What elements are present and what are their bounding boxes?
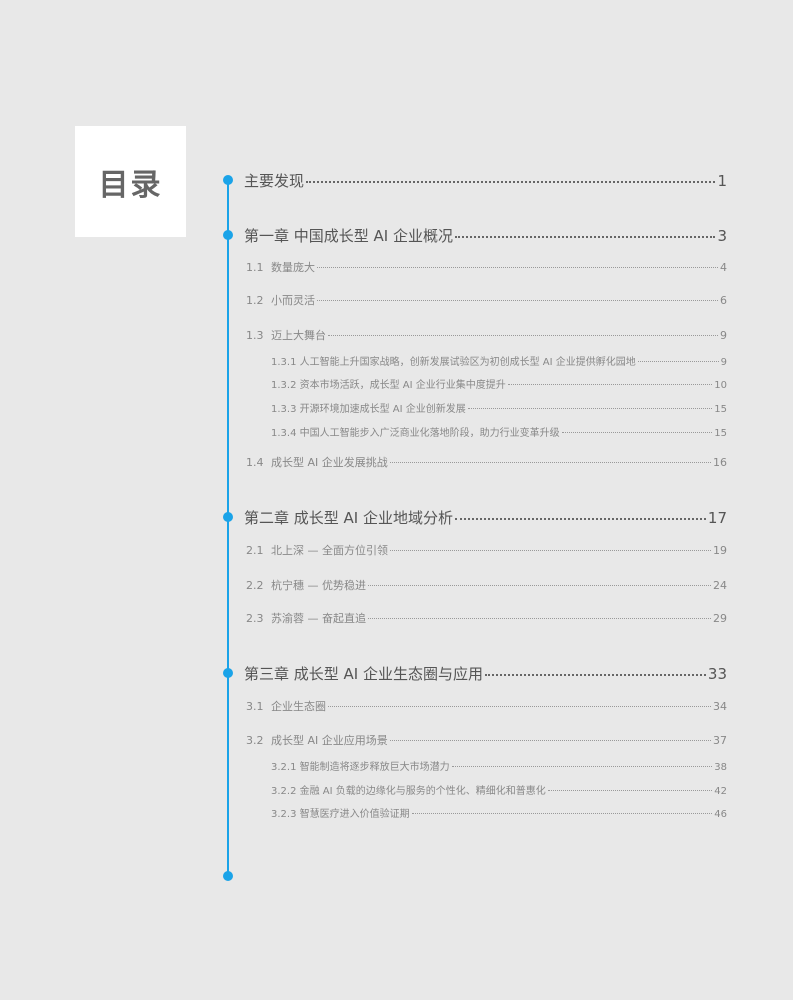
page-number: 33 [707, 665, 727, 683]
entry-label: 成长型 AI 企业应用场景 [271, 734, 388, 747]
dot-leader [507, 384, 713, 385]
page-number: 42 [714, 786, 727, 797]
page-number: 15 [714, 404, 727, 415]
dot-leader [455, 236, 716, 238]
dot-leader [328, 706, 711, 707]
page-number: 29 [713, 612, 727, 625]
dot-leader [411, 813, 713, 814]
entry-label: 3.2.2 金融 AI 负载的边缘化与服务的个性化、精细化和普惠化 [271, 786, 546, 797]
page-number: 19 [713, 544, 727, 557]
page-number: 10 [714, 380, 727, 391]
toc-entry[interactable]: 1.1 数量庞大 4 [246, 259, 727, 275]
page-number: 4 [720, 261, 727, 274]
toc-entry[interactable]: 3.2 成长型 AI 企业应用场景 37 [246, 732, 727, 748]
section-number: 1.3 [246, 329, 264, 342]
entry-label: 北上深 — 全面方位引领 [271, 544, 388, 557]
timeline-dot [223, 175, 233, 185]
toc-entry[interactable]: 3.2.3 智慧医疗进入价值验证期 46 [271, 805, 727, 820]
entry-label: 1.3.2 资本市场活跃，成长型 AI 企业行业集中度提升 [271, 380, 506, 391]
dot-leader [317, 300, 718, 301]
toc-entry[interactable]: 主要发现 1 [244, 170, 727, 191]
page-number: 9 [720, 357, 727, 368]
page-number: 9 [720, 329, 727, 342]
toc-entry[interactable]: 1.3 迈上大舞台 9 [246, 327, 727, 343]
toc-entry[interactable]: 2.3 苏渝蓉 — 奋起直追 29 [246, 610, 727, 626]
dot-leader [368, 618, 711, 619]
entry-label: 苏渝蓉 — 奋起直追 [271, 612, 366, 625]
toc-page: 目录 主要发现 1 第一章 中国成长型 AI 企业概况 3 1.1 数量庞大 4 1.2 小而灵… [0, 0, 793, 1000]
page-number: 34 [713, 700, 727, 713]
entry-label: 企业生态圈 [271, 700, 326, 713]
page-title: 目录 [75, 126, 186, 237]
entry-label: 数量庞大 [271, 261, 315, 274]
entry-label: 第一章 中国成长型 AI 企业概况 [244, 227, 453, 245]
dot-leader [389, 740, 711, 741]
entry-label: 主要发现 [244, 172, 305, 190]
page-number: 15 [714, 428, 727, 439]
dot-leader [451, 766, 713, 767]
toc-entry[interactable]: 1.3.1 人工智能上升国家战略，创新发展试验区为初创成长型 AI 企业提供孵化… [271, 353, 727, 368]
toc-entry[interactable]: 3.2.2 金融 AI 负载的边缘化与服务的个性化、精细化和普惠化 42 [271, 782, 727, 797]
toc-entry[interactable]: 3.2.1 智能制造将逐步释放巨大市场潜力 38 [271, 758, 727, 773]
toc-entry[interactable]: 3.1 企业生态圈 34 [246, 698, 727, 714]
dot-leader [455, 518, 706, 520]
dot-leader [637, 361, 719, 362]
dot-leader [390, 550, 711, 551]
toc-entry[interactable]: 2.2 杭宁穗 — 优势稳进 24 [246, 577, 727, 593]
page-number: 17 [707, 509, 727, 527]
timeline-dot [223, 668, 233, 678]
entry-label: 第二章 成长型 AI 企业地域分析 [244, 509, 453, 527]
dot-leader [467, 408, 713, 409]
entry-label: 1.3.1 人工智能上升国家战略，创新发展试验区为初创成长型 AI 企业提供孵化… [271, 357, 636, 368]
timeline-dot [223, 512, 233, 522]
section-number: 2.3 [246, 612, 264, 625]
entry-label: 杭宁穗 — 优势稳进 [271, 579, 366, 592]
page-number: 1 [717, 172, 727, 190]
toc-entry[interactable]: 1.4 成长型 AI 企业发展挑战 16 [246, 454, 727, 470]
timeline-end-dot [223, 871, 233, 881]
timeline-line [227, 180, 229, 876]
toc-entry[interactable]: 1.2 小而灵活 6 [246, 292, 727, 308]
entry-label: 3.2.3 智慧医疗进入价值验证期 [271, 809, 410, 820]
page-number: 24 [713, 579, 727, 592]
entry-label: 3.2.1 智能制造将逐步释放巨大市场潜力 [271, 762, 450, 773]
entry-label: 1.3.4 中国人工智能步入广泛商业化落地阶段，助力行业变革升级 [271, 428, 560, 439]
page-number: 46 [714, 809, 727, 820]
dot-leader [561, 432, 713, 433]
timeline-dot [223, 230, 233, 240]
dot-leader [317, 267, 718, 268]
entry-label: 迈上大舞台 [271, 329, 326, 342]
section-number: 1.2 [246, 294, 264, 307]
toc-entry[interactable]: 第一章 中国成长型 AI 企业概况 3 [244, 225, 727, 246]
dot-leader [547, 790, 713, 791]
toc-entry[interactable]: 1.3.2 资本市场活跃，成长型 AI 企业行业集中度提升 10 [271, 376, 727, 391]
section-number: 2.2 [246, 579, 264, 592]
section-number: 1.4 [246, 456, 264, 469]
entry-label: 1.3.3 开源环境加速成长型 AI 企业创新发展 [271, 404, 466, 415]
toc-entry[interactable]: 1.3.4 中国人工智能步入广泛商业化落地阶段，助力行业变革升级 15 [271, 424, 727, 439]
page-number: 3 [717, 227, 727, 245]
page-number: 37 [713, 734, 727, 747]
toc-entry[interactable]: 2.1 北上深 — 全面方位引领 19 [246, 542, 727, 558]
page-number: 38 [714, 762, 727, 773]
section-number: 3.1 [246, 700, 264, 713]
entry-label: 成长型 AI 企业发展挑战 [271, 456, 388, 469]
dot-leader [485, 674, 706, 676]
toc-entry[interactable]: 第三章 成长型 AI 企业生态圈与应用 33 [244, 663, 727, 684]
dot-leader [328, 335, 718, 336]
page-number: 6 [720, 294, 727, 307]
toc-entry[interactable]: 第二章 成长型 AI 企业地域分析 17 [244, 507, 727, 528]
dot-leader [306, 181, 716, 183]
section-number: 2.1 [246, 544, 264, 557]
section-number: 1.1 [246, 261, 264, 274]
dot-leader [389, 462, 711, 463]
entry-label: 小而灵活 [271, 294, 315, 307]
entry-label: 第三章 成长型 AI 企业生态圈与应用 [244, 665, 483, 683]
section-number: 3.2 [246, 734, 264, 747]
page-number: 16 [713, 456, 727, 469]
toc-entry[interactable]: 1.3.3 开源环境加速成长型 AI 企业创新发展 15 [271, 400, 727, 415]
dot-leader [368, 585, 711, 586]
